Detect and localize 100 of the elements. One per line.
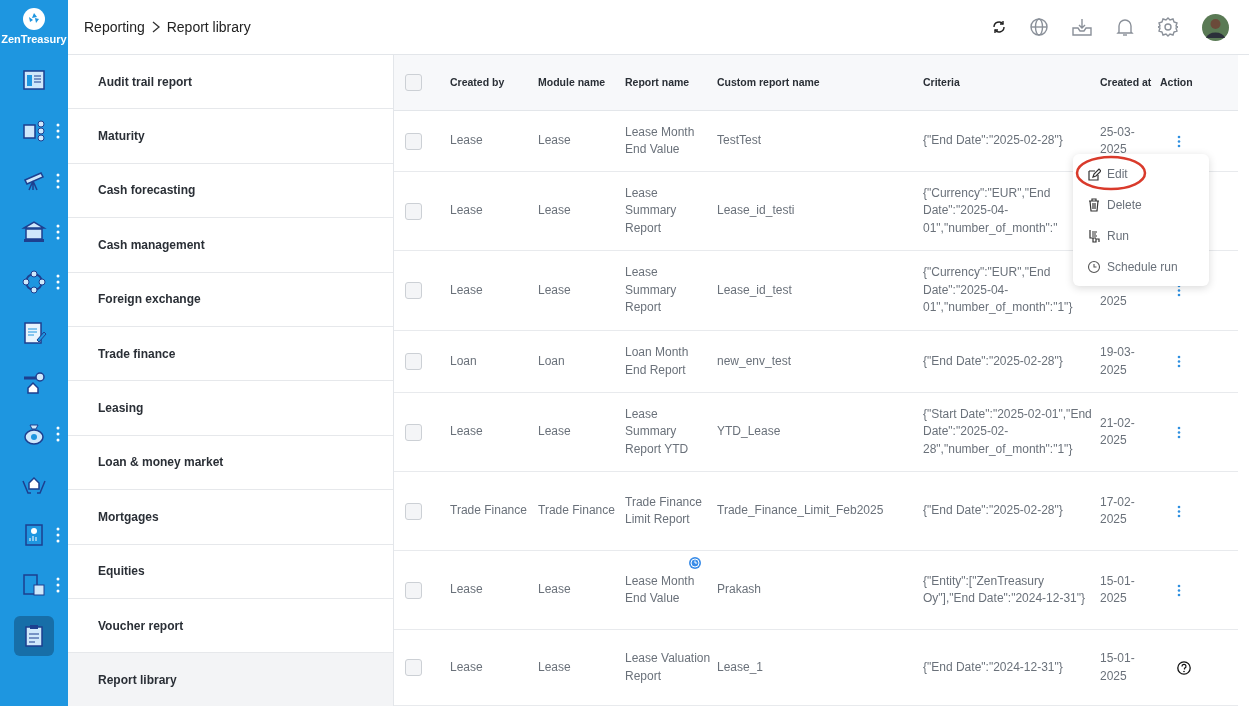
table-cell-text: 21-02-2025 (1100, 414, 1136, 449)
table-cell: Lease (538, 202, 571, 220)
table-cell-text: Lease (450, 281, 483, 299)
column-header: Created by (450, 55, 538, 111)
report-category-item[interactable]: Leasing (68, 381, 393, 436)
table-cell-text: 19-03-2025 (1100, 344, 1136, 379)
row-checkbox[interactable] (405, 132, 422, 150)
table-cell: Lease (450, 423, 483, 441)
bank-icon (21, 218, 47, 245)
calculator-icon (21, 572, 47, 599)
table-cell: {"End Date":"2025-02-28"} (923, 132, 1063, 150)
report-category-item[interactable]: Cash forecasting (68, 163, 393, 219)
clock-icon (1087, 259, 1101, 274)
table-cell: Lease (450, 132, 483, 150)
table-cell-text: Loan (450, 352, 477, 370)
avatar[interactable] (1202, 13, 1229, 41)
settings-icon[interactable] (1158, 17, 1178, 37)
table-cell: Lease (538, 132, 571, 150)
table-cell-text: 15-01-2025 (1100, 650, 1136, 685)
more-icon[interactable] (1177, 425, 1181, 439)
report-category-item[interactable]: Cash management (68, 218, 393, 273)
menu-item[interactable]: Delete (1073, 189, 1209, 220)
table-cell: Lease Valuation Report (625, 650, 711, 685)
row-checkbox[interactable] (405, 581, 422, 599)
report-category-item[interactable]: Audit trail report (68, 55, 393, 110)
report-category-item[interactable]: Equities (68, 544, 393, 599)
report-category-item[interactable]: Foreign exchange (68, 272, 393, 327)
globe-icon[interactable] (1030, 18, 1048, 36)
row-checkbox[interactable] (405, 282, 422, 299)
table-cell: Lease_id_testi (717, 202, 795, 220)
table-cell-text: Trade Finance Limit Report (625, 493, 703, 528)
help-icon[interactable] (1177, 660, 1191, 675)
table-cell: Lease (450, 202, 483, 220)
table-cell: Trade Finance (538, 502, 615, 520)
more-icon[interactable] (1177, 504, 1181, 518)
report-category-item[interactable]: Loan & money market (68, 435, 393, 491)
menu-item[interactable]: Run (1073, 220, 1209, 251)
table-cell: Prakash (717, 581, 762, 599)
more-icon[interactable] (1177, 583, 1181, 597)
column-header: Report name (625, 55, 717, 111)
table-cell-text: Lease_id_test (717, 281, 792, 299)
report-category-item[interactable]: Maturity (68, 109, 393, 164)
row-checkbox[interactable] (405, 502, 422, 520)
row-checkbox[interactable] (405, 659, 422, 676)
column-header: Action (1160, 55, 1238, 111)
table-cell-text: Lease Summary Report (625, 264, 678, 317)
table-cell-text: Lease Summary Report YTD (625, 405, 690, 458)
more-icon[interactable] (1177, 134, 1181, 148)
network-icon (21, 269, 47, 296)
table-cell-text: Lease Summary Report (625, 184, 678, 237)
table-cell-text: Lease (450, 658, 483, 676)
row-checkbox[interactable] (405, 423, 422, 441)
table-cell: Trade Finance (450, 502, 527, 520)
table-cell: TestTest (717, 132, 761, 150)
clock-icon (689, 557, 701, 569)
key-house-icon (21, 370, 47, 397)
pencil-icon (1087, 166, 1101, 181)
logo-icon (22, 7, 46, 32)
download-icon[interactable] (1072, 18, 1092, 36)
table-cell-text: 25-03-2025 (1100, 123, 1136, 158)
table-cell-text: {"Entity":["ZenTreasury Oy"],"End Date":"2024-12-31"} (923, 572, 1087, 607)
menu-item[interactable]: Schedule run (1073, 251, 1209, 282)
table-cell-text: {"Currency":"EUR","End Date":"2025-04-01","number_of_month":"1"} (923, 264, 1074, 317)
row-checkbox[interactable] (405, 353, 422, 370)
table-cell-text: Lease (538, 658, 571, 676)
table-cell: YTD_Lease (717, 423, 781, 441)
table-cell-text: Lease_1 (717, 658, 764, 676)
brand-name: ZenTreasury (1, 32, 67, 48)
bell-icon[interactable] (1116, 17, 1134, 37)
table-cell-text: {"End Date":"2025-02-28"} (923, 352, 1063, 370)
report-category-item[interactable]: Mortgages (68, 490, 393, 545)
more-icon[interactable] (1177, 355, 1181, 368)
table-cell-text: Lease Month End Value (625, 123, 696, 158)
menu-item[interactable]: Edit (1073, 158, 1209, 189)
documents-icon (21, 117, 47, 144)
column-header: Custom report name (717, 55, 923, 111)
table-cell-text: 15-01-2025 (1100, 572, 1136, 607)
nav-button[interactable] (14, 615, 54, 656)
table-cell-text: {"End Date":"2024-12-31"} (923, 658, 1063, 676)
table-cell: Lease (538, 423, 571, 441)
table-cell-text: {"Currency":"EUR","End Date":"2025-04-01","number_of_month":" (923, 184, 1059, 237)
table-cell-text: Loan Month End Report (625, 344, 690, 379)
row-checkbox[interactable] (405, 202, 422, 220)
run-icon (1087, 228, 1101, 243)
table-cell: Trade_Finance_Limit_Feb2025 (717, 502, 884, 520)
contract-icon (21, 319, 47, 346)
table-cell: Lease (538, 581, 571, 599)
table-cell: {"End Date":"2025-02-28"} (923, 502, 1063, 520)
select-all-checkbox[interactable] (405, 74, 422, 91)
breadcrumb-link[interactable]: Reporting (84, 16, 145, 38)
table-cell-text: new_env_test (717, 352, 792, 370)
report-category-item[interactable]: Report library (68, 653, 393, 706)
report-category-item[interactable]: Trade finance (68, 326, 393, 382)
trash-icon (1087, 197, 1101, 212)
refresh-icon[interactable] (992, 20, 1006, 34)
table-cell-text: Loan (538, 352, 565, 370)
table-cell: Lease (450, 581, 483, 599)
table-cell-text: Lease Month End Value (625, 572, 696, 607)
column-header: Module name (538, 55, 625, 111)
column-header: Criteria (923, 55, 1100, 111)
